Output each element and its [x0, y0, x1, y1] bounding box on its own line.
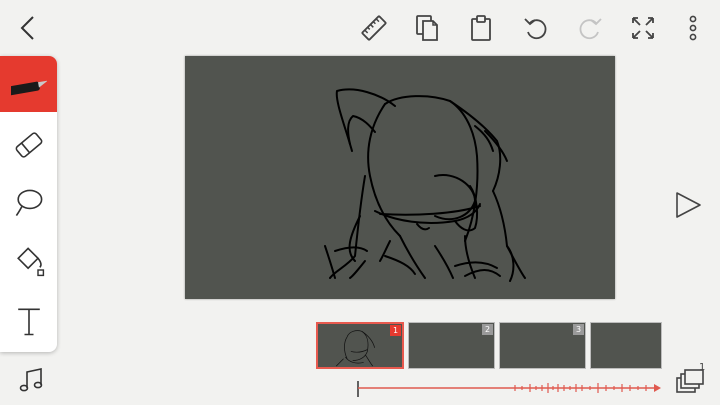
- music-note-icon: [19, 368, 43, 392]
- frame-number: 2: [482, 324, 493, 335]
- redo-button[interactable]: [574, 12, 606, 44]
- eraser-icon: [15, 132, 42, 158]
- back-icon: [20, 16, 34, 40]
- frame-thumbnail-4[interactable]: [590, 322, 662, 369]
- back-button[interactable]: [12, 12, 44, 44]
- audio-waveform: [357, 381, 661, 397]
- text-tool[interactable]: [0, 292, 57, 350]
- text-icon: [17, 308, 40, 336]
- copy-button[interactable]: [411, 12, 443, 44]
- lasso-icon: [15, 189, 42, 217]
- frame-thumbnail-1[interactable]: 1: [316, 322, 404, 369]
- undo-button[interactable]: [520, 12, 552, 44]
- play-icon: [676, 192, 701, 218]
- frame-thumbnail-3[interactable]: 3: [499, 322, 586, 369]
- sketch-drawing: [324, 88, 526, 282]
- pen-icon: [10, 80, 47, 96]
- ruler-button[interactable]: [358, 12, 390, 44]
- pen-tool[interactable]: [0, 56, 57, 112]
- eraser-tool[interactable]: [0, 116, 57, 174]
- lasso-tool[interactable]: [0, 174, 57, 232]
- fill-tool[interactable]: [0, 232, 57, 290]
- copy-icon: [416, 15, 438, 41]
- frame-thumbnail-2[interactable]: 2: [408, 322, 495, 369]
- music-button[interactable]: [16, 366, 46, 396]
- fullscreen-button[interactable]: [627, 12, 659, 44]
- layers-button[interactable]: 1: [674, 362, 708, 396]
- more-button[interactable]: [677, 12, 709, 44]
- frame-number: 1: [390, 325, 401, 336]
- frame-number: 3: [573, 324, 584, 335]
- redo-icon: [579, 18, 602, 40]
- more-icon: [689, 15, 697, 41]
- tool-panel: [0, 56, 57, 352]
- play-button[interactable]: [673, 190, 703, 220]
- drawing-canvas[interactable]: [185, 56, 615, 299]
- layers-count: 1: [699, 362, 706, 373]
- fullscreen-icon: [632, 17, 654, 39]
- undo-icon: [524, 18, 547, 40]
- timeline-scrubber[interactable]: [350, 380, 662, 398]
- paint-bucket-icon: [16, 247, 44, 277]
- paste-icon: [471, 15, 491, 41]
- paste-button[interactable]: [465, 12, 497, 44]
- ruler-icon: [361, 15, 387, 41]
